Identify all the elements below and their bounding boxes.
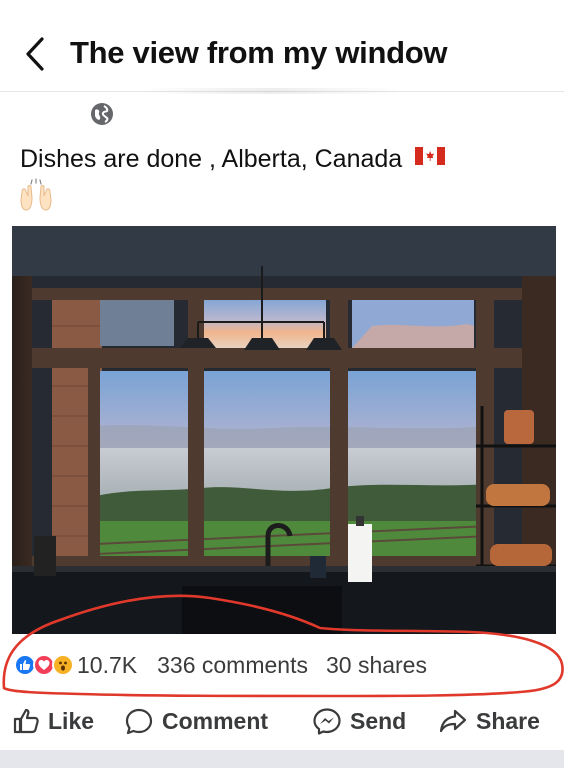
canada-flag-icon bbox=[415, 147, 446, 165]
shares-count-link[interactable]: 30 shares bbox=[326, 652, 427, 679]
post-action-bar: Like Comment Send Share bbox=[0, 700, 564, 740]
top-app-bar: The view from my window bbox=[0, 0, 564, 92]
page-title: The view from my window bbox=[70, 35, 448, 70]
caption-text: Dishes are done , Alberta, Canada bbox=[20, 145, 403, 173]
like-label: Like bbox=[48, 707, 95, 734]
kitchen-window-photo bbox=[12, 226, 556, 634]
bottom-divider bbox=[0, 750, 564, 768]
comment-button[interactable]: Comment bbox=[124, 704, 268, 738]
author-line-faded bbox=[140, 88, 400, 94]
messenger-icon bbox=[313, 708, 341, 735]
post-caption: Dishes are done , Alberta, Canada bbox=[20, 145, 446, 174]
send-label: Send bbox=[350, 707, 407, 734]
share-label: Share bbox=[476, 707, 540, 734]
send-button[interactable]: Send bbox=[312, 704, 406, 738]
wow-icon bbox=[52, 654, 74, 676]
share-button[interactable]: Share bbox=[438, 704, 540, 738]
comment-label: Comment bbox=[162, 707, 269, 734]
thumbs-up-icon bbox=[13, 708, 39, 734]
like-button[interactable]: Like bbox=[12, 704, 94, 738]
globe-icon bbox=[91, 103, 113, 125]
share-arrow-icon bbox=[439, 709, 467, 733]
comments-count-link[interactable]: 336 comments bbox=[157, 652, 308, 679]
chevron-left-icon[interactable] bbox=[20, 34, 54, 74]
raising-hands-icon bbox=[20, 178, 52, 211]
comment-bubble-icon bbox=[125, 708, 153, 735]
post-photo[interactable] bbox=[12, 226, 556, 634]
reaction-summary[interactable]: 10.7K 336 comments 30 shares bbox=[14, 648, 427, 682]
reaction-icons bbox=[14, 654, 74, 676]
reaction-count: 10.7K bbox=[77, 651, 138, 678]
